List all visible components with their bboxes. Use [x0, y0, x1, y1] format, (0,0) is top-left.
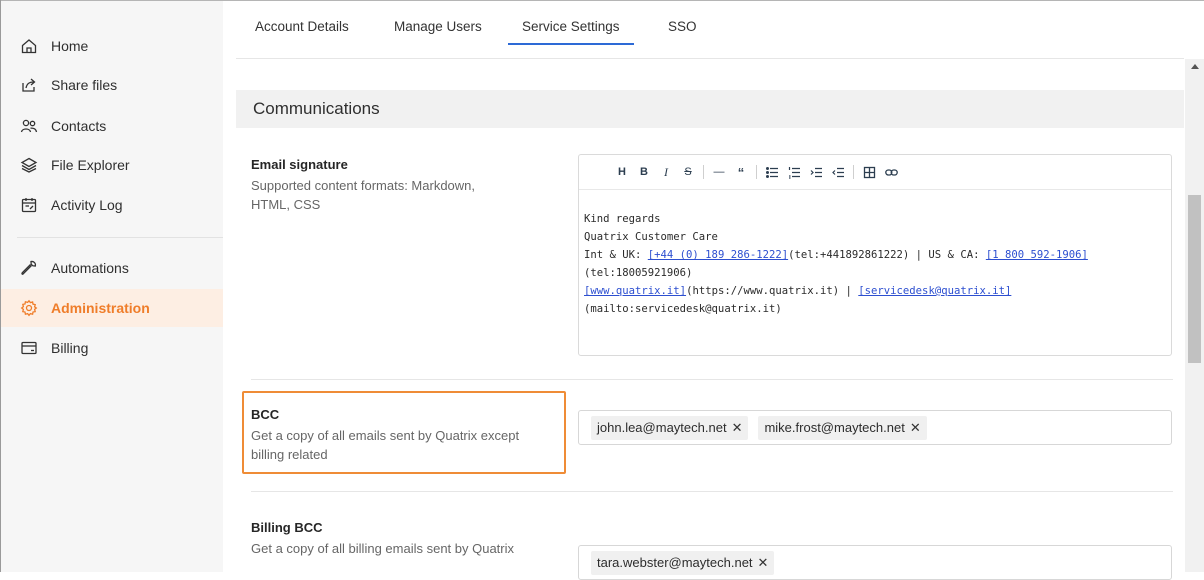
share-icon — [20, 76, 38, 94]
signature-line: (mailto:servicedesk@quatrix.it) — [584, 303, 782, 315]
signature-line: Quatrix Customer Care — [584, 231, 718, 243]
sidebar-item-share-files[interactable]: Share files — [1, 66, 223, 104]
sidebar-item-label: File Explorer — [51, 157, 130, 173]
indent-icon[interactable] — [805, 161, 827, 183]
editor-toolbar: H B I S — “ — [579, 155, 1171, 189]
bullet-list-icon[interactable] — [761, 161, 783, 183]
sidebar-item-file-explorer[interactable]: File Explorer — [1, 146, 223, 184]
signature-line: (tel:18005921906) — [584, 267, 693, 279]
tab-label: SSO — [668, 19, 697, 34]
email-signature-title: Email signature — [251, 157, 348, 172]
signature-link[interactable]: [www.quatrix.it] — [584, 285, 686, 297]
horizontal-rule-button[interactable]: — — [708, 161, 730, 183]
signature-text: (tel:+441892861222) | US & CA: — [788, 249, 986, 261]
row-divider — [251, 491, 1173, 492]
desc-line: Supported content formats: Markdown, — [251, 178, 476, 193]
sidebar-item-administration[interactable]: Administration — [1, 289, 223, 327]
tab-sso[interactable]: SSO — [668, 1, 697, 45]
sidebar-item-label: Share files — [51, 77, 118, 93]
link-icon[interactable] — [880, 161, 902, 183]
email-tag-label: tara.webster@maytech.net — [597, 555, 753, 570]
remove-tag-icon[interactable]: ✕ — [910, 420, 921, 436]
tab-account-details[interactable]: Account Details — [255, 1, 349, 45]
content-top-divider — [236, 58, 1184, 59]
sidebar-item-label: Billing — [51, 340, 89, 356]
sidebar-item-label: Contacts — [51, 118, 107, 134]
tab-label: Manage Users — [394, 19, 482, 34]
sidebar-item-automations[interactable]: Automations — [1, 249, 223, 287]
email-signature-desc: Supported content formats: Markdown, HTM… — [251, 176, 475, 214]
section-title: Communications — [236, 90, 1184, 128]
bcc-title: BCC — [251, 407, 280, 422]
signature-text: Int & UK: — [584, 249, 648, 261]
desc-line: billing related — [251, 447, 328, 462]
signature-link[interactable]: [1 800 592-1906] — [986, 249, 1088, 261]
numbered-list-icon[interactable] — [783, 161, 805, 183]
signature-link[interactable]: [+44 (0) 189 286-1222] — [648, 249, 788, 261]
layers-icon — [20, 156, 38, 174]
wrench-icon — [20, 259, 38, 277]
signature-link[interactable]: [servicedesk@quatrix.it] — [858, 285, 1011, 297]
tab-label: Service Settings — [522, 19, 620, 34]
home-icon — [20, 37, 38, 55]
sidebar-item-label: Automations — [51, 260, 129, 276]
sidebar-divider — [17, 237, 223, 238]
email-tag: tara.webster@maytech.net ✕ — [591, 550, 775, 575]
remove-tag-icon[interactable]: ✕ — [758, 555, 769, 571]
row-divider — [251, 379, 1173, 380]
sidebar-item-label: Activity Log — [51, 197, 123, 213]
email-tag: john.lea@maytech.net ✕ — [591, 415, 749, 440]
desc-line: HTML, CSS — [251, 197, 321, 212]
billing-bcc-desc: Get a copy of all billing emails sent by… — [251, 541, 515, 556]
signature-text-area[interactable]: Kind regards Quatrix Customer Care Int & U… — [579, 189, 1171, 355]
tab-service-settings[interactable]: Service Settings — [508, 1, 634, 45]
contacts-icon — [20, 117, 38, 135]
quote-button[interactable]: “ — [730, 161, 752, 183]
email-tag: mike.frost@maytech.net ✕ — [758, 415, 927, 440]
sidebar-item-label: Administration — [51, 300, 150, 316]
card-icon — [20, 339, 38, 357]
toolbar-separator — [703, 165, 704, 179]
sidebar-item-billing[interactable]: Billing — [1, 329, 223, 367]
signature-line: [www.quatrix.it](https://www.quatrix.it)… — [584, 282, 1171, 300]
email-signature-editor[interactable]: H B I S — “ Kind regards Quatrix Customer… — [578, 154, 1172, 356]
signature-line: Int & UK: [+44 (0) 189 286-1222](tel:+44… — [584, 246, 1171, 264]
sidebar-item-contacts[interactable]: Contacts — [1, 107, 223, 145]
email-tag-label: mike.frost@maytech.net — [764, 420, 905, 435]
activity-log-icon — [20, 196, 38, 214]
sidebar-item-home[interactable]: Home — [1, 27, 223, 65]
billing-bcc-email-input[interactable]: tara.webster@maytech.net ✕ — [578, 545, 1172, 580]
email-tag-label: john.lea@maytech.net — [597, 420, 727, 435]
scrollbar-thumb[interactable] — [1188, 195, 1201, 363]
outdent-icon[interactable] — [827, 161, 849, 183]
bold-button[interactable]: B — [633, 161, 655, 183]
scroll-up-icon[interactable] — [1185, 59, 1204, 73]
settings-tabs: Account Details Manage Users Service Set… — [223, 1, 1185, 45]
billing-bcc-title: Billing BCC — [251, 520, 323, 535]
tab-label: Account Details — [255, 19, 349, 34]
sidebar-item-activity-log[interactable]: Activity Log — [1, 186, 223, 224]
bcc-desc: Get a copy of all emails sent by Quatrix… — [251, 426, 519, 464]
gear-icon — [20, 299, 38, 317]
signature-text: (https://www.quatrix.it) | — [686, 285, 859, 297]
toolbar-separator — [853, 165, 854, 179]
table-icon[interactable] — [858, 161, 880, 183]
sidebar: Home Share files Contacts File Explorer … — [1, 1, 223, 572]
toolbar-separator — [756, 165, 757, 179]
strikethrough-button[interactable]: S — [677, 161, 699, 183]
italic-button[interactable]: I — [655, 161, 677, 183]
heading-button[interactable]: H — [611, 161, 633, 183]
tab-manage-users[interactable]: Manage Users — [394, 1, 482, 45]
desc-line: Get a copy of all emails sent by Quatrix… — [251, 428, 520, 443]
sidebar-item-label: Home — [51, 38, 89, 54]
bcc-email-input[interactable]: john.lea@maytech.net ✕ mike.frost@maytech… — [578, 410, 1172, 445]
remove-tag-icon[interactable]: ✕ — [732, 420, 743, 436]
signature-line: Kind regards — [584, 213, 661, 225]
